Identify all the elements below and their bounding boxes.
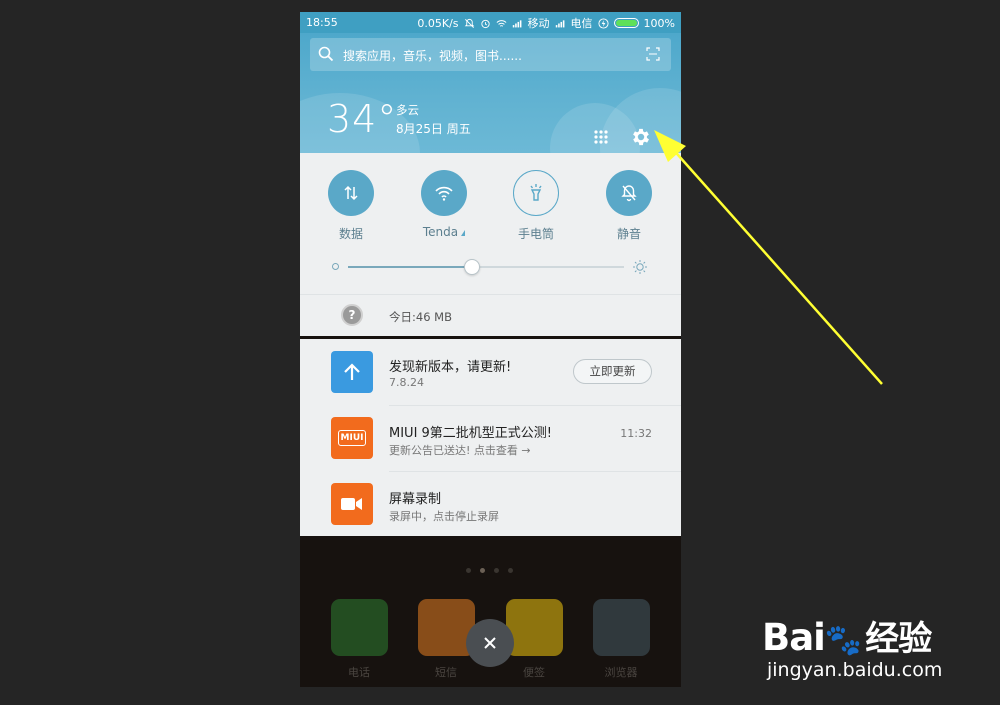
alarm-icon: [480, 19, 490, 28]
home-screen-background: 电话 短信 便签 浏览器: [300, 536, 681, 687]
expand-triangle-icon[interactable]: [461, 230, 466, 236]
brightness-knob[interactable]: [464, 259, 481, 275]
update-arrow-icon: [331, 351, 373, 393]
search-bar[interactable]: 搜索应用，音乐，视频，图书......: [310, 38, 671, 71]
help-icon: ?: [341, 304, 363, 326]
wifi-icon: [435, 186, 453, 201]
baidu-logo: Bai🐾 经验: [762, 616, 932, 659]
toggle-wifi[interactable]: Tenda: [404, 170, 484, 239]
bell-muted-icon: [464, 18, 474, 28]
notification-miui[interactable]: MIUI MIUI 9第二批机型正式公测! 更新公告已送达! 点击查看 → 11…: [300, 405, 681, 471]
toggle-label: 手电筒: [517, 227, 554, 241]
annotation-arrow: [654, 130, 883, 385]
phone-screen: 18:55 0.05K/s 移动 电信 100% 搜索应用，音乐，视频，图书..…: [300, 12, 681, 687]
browser-app-icon[interactable]: [593, 599, 650, 656]
weather-date: 8月25日 周五: [396, 122, 471, 136]
page-indicator: [466, 568, 513, 573]
notification-update[interactable]: 发现新版本，请更新! 7.8.24 立即更新: [300, 339, 681, 405]
data-arrows-icon: [344, 185, 358, 201]
toggle-data[interactable]: 数据: [311, 170, 391, 242]
notification-list: 发现新版本，请更新! 7.8.24 立即更新 MIUI MIUI 9第二批机型正…: [300, 337, 681, 536]
weather-condition: 多云: [396, 103, 419, 117]
notification-title: 屏幕录制: [389, 492, 442, 507]
notification-subtitle: 录屏中，点击停止录屏: [389, 510, 499, 523]
video-camera-icon: [331, 483, 373, 525]
dock-label: 浏览器: [604, 666, 638, 679]
phone-app-icon[interactable]: [331, 599, 388, 656]
baidu-jingyan-watermark: Bai🐾 经验 jingyan.baidu.com: [762, 595, 952, 690]
mute-bell-icon: [621, 185, 637, 202]
network-speed: 0.05K/s: [417, 16, 459, 30]
battery-icon: [613, 18, 639, 28]
watermark-url: jingyan.baidu.com: [767, 659, 943, 681]
miui-app-icon: MIUI: [331, 417, 373, 459]
notification-title: MIUI 9第二批机型正式公测!: [389, 426, 553, 441]
flashlight-icon: [530, 184, 542, 201]
brightness-track[interactable]: [348, 259, 624, 275]
notification-header: 搜索应用，音乐，视频，图书...... 34° 多云 8月25日 周五: [300, 33, 681, 153]
status-bar: 18:55 0.05K/s 移动 电信 100%: [300, 12, 681, 33]
signal-4g-icon: [555, 19, 564, 27]
charging-icon: [598, 17, 609, 29]
carrier-1: 移动: [527, 17, 550, 30]
battery-percent: 100%: [643, 16, 675, 30]
brightness-slider[interactable]: [332, 259, 648, 275]
notification-screen-record[interactable]: 屏幕录制 录屏中，点击停止录屏: [300, 471, 681, 537]
toggle-label: 数据: [338, 227, 363, 241]
dock-label: 电话: [348, 666, 370, 679]
brightness-low-icon: [332, 263, 339, 270]
scan-icon[interactable]: [646, 47, 660, 61]
notification-time: 11:32: [620, 427, 652, 440]
wifi-status-icon: [496, 19, 506, 27]
close-icon: [484, 637, 496, 649]
data-usage-text: 今日:46 MB: [389, 310, 452, 324]
app-grid-icon[interactable]: [593, 129, 609, 145]
close-panel-button[interactable]: [466, 619, 514, 667]
notification-title: 发现新版本，请更新!: [389, 360, 512, 375]
temperature: 34°: [327, 97, 398, 141]
toggle-label: Tenda: [422, 225, 459, 239]
notification-subtitle: 7.8.24: [389, 376, 424, 389]
notes-app-icon[interactable]: [506, 599, 563, 656]
dock-label: 短信: [435, 666, 457, 679]
signal-icon: [512, 19, 521, 27]
status-time: 18:55: [306, 16, 338, 29]
notification-subtitle: 更新公告已送达! 点击查看 →: [389, 444, 531, 457]
search-icon: [318, 46, 334, 62]
dock-label: 便签: [523, 666, 545, 679]
data-usage-row[interactable]: ? 今日:46 MB: [300, 294, 681, 336]
carrier-2: 电信: [570, 17, 593, 30]
search-placeholder: 搜索应用，音乐，视频，图书......: [343, 49, 522, 63]
toggle-flashlight[interactable]: 手电筒: [496, 170, 576, 242]
